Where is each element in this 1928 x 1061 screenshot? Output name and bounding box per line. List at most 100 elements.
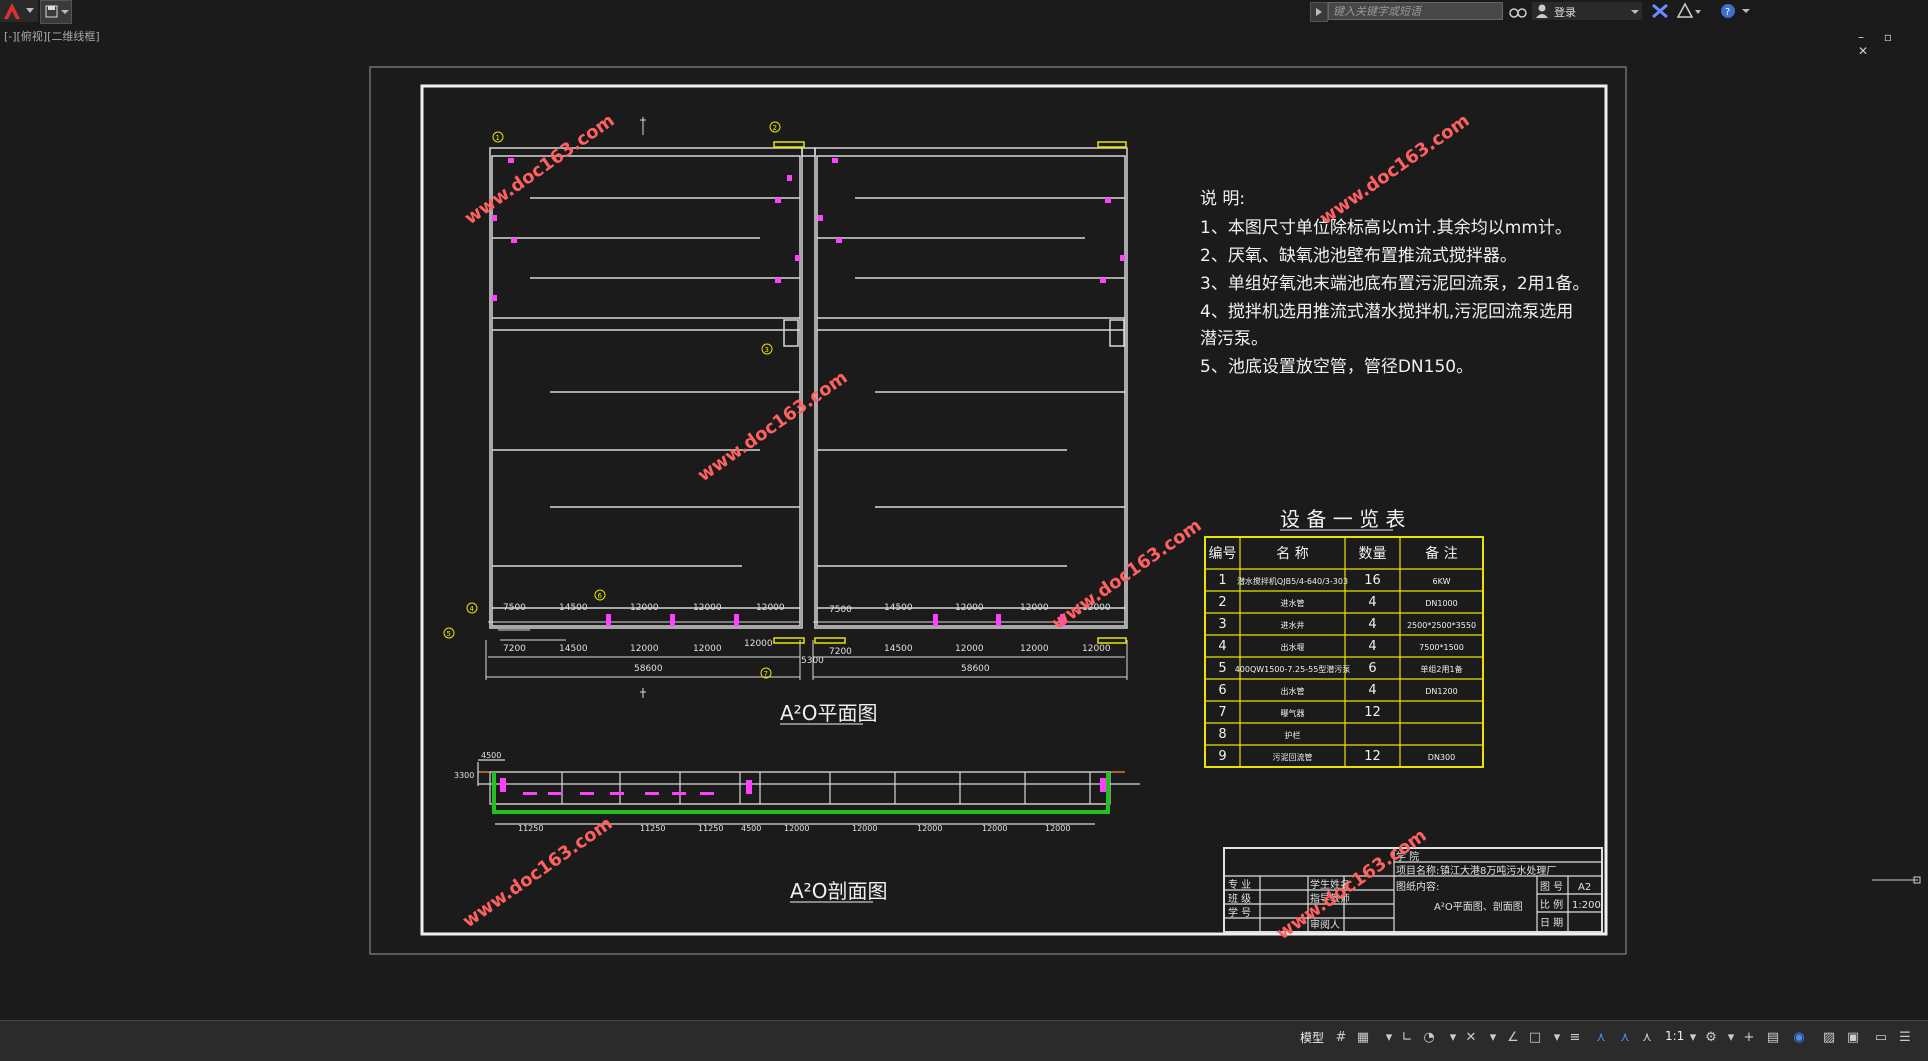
dim-text: 12000: [693, 644, 722, 654]
sheet-label: 图 号: [1540, 881, 1563, 893]
scale-readout[interactable]: 1:1: [1665, 1029, 1684, 1043]
lineweight-icon[interactable]: ≡: [1568, 1031, 1582, 1045]
dim-text: 12000: [744, 639, 773, 649]
section-dimensions: 11250 11250 11250 4500 12000 12000 12000…: [454, 751, 1070, 833]
gear-icon[interactable]: ⚙: [1704, 1031, 1718, 1045]
table-cell: 16: [1364, 573, 1381, 588]
chevron-down-icon[interactable]: ▾: [1382, 1031, 1396, 1045]
table-cell: 400QW1500-7.25-55型潜污泵: [1235, 664, 1351, 674]
notes-title: 说 明:: [1200, 189, 1245, 209]
hardware-icon[interactable]: ▨: [1822, 1031, 1836, 1045]
drawing-canvas[interactable]: 1 2 3 4 5 6 7 7500 14500 12000 12000 120…: [0, 0, 1928, 1020]
table-cell: 4: [1368, 639, 1376, 654]
table-cell: 3: [1218, 617, 1226, 632]
dim-text: 12000: [982, 824, 1007, 833]
chevron-down-icon[interactable]: ▾: [1486, 1031, 1500, 1045]
hamburger-icon[interactable]: ☰: [1898, 1031, 1912, 1045]
isolate-icon[interactable]: ◉: [1792, 1031, 1806, 1045]
table-cell: 污泥回流管: [1273, 752, 1313, 762]
dim-text: 12000: [756, 603, 785, 613]
dim-text: 7200: [829, 647, 852, 657]
dim-text: 14500: [884, 644, 913, 654]
note-line: 3、单组好氧池末端池底布置污泥回流泵，2用1备。: [1200, 274, 1589, 294]
dim-text: 14500: [559, 644, 588, 654]
plus-icon[interactable]: +: [1742, 1031, 1756, 1045]
table-cell: 5: [1218, 661, 1226, 676]
scale-value: 1:200: [1572, 900, 1601, 911]
note-line: 潜污泵。: [1200, 329, 1268, 349]
table-cell: 2500*2500*3550: [1407, 621, 1476, 630]
note-line: 1、本图尺寸单位除标高以m计.其余均以mm计。: [1200, 218, 1572, 238]
model-tab[interactable]: 模型: [1300, 1029, 1324, 1046]
marker-3-label: 3: [765, 346, 769, 354]
selection-icon[interactable]: □: [1528, 1031, 1542, 1045]
table-cell: 4: [1368, 683, 1376, 698]
watermark-text: www.doc163.com: [461, 110, 619, 229]
workspace-icon[interactable]: ▤: [1766, 1031, 1780, 1045]
chevron-down-icon[interactable]: ▾: [1724, 1031, 1738, 1045]
table-cell: 2: [1218, 595, 1226, 610]
dim-text: 12000: [784, 824, 809, 833]
dim-text: 7500: [829, 605, 852, 615]
dim-text: 14500: [559, 603, 588, 613]
table-cell: 12: [1364, 705, 1381, 720]
table-cell: 7: [1218, 705, 1226, 720]
class-label: 班 级: [1228, 893, 1251, 905]
marker-7-label: 7: [764, 670, 768, 678]
project-label: 项目名称:: [1396, 864, 1439, 877]
table-header: 备 注: [1425, 545, 1457, 562]
section-view: [477, 759, 1140, 825]
fullscreen-icon[interactable]: ▭: [1874, 1031, 1888, 1045]
plan-dimensions: 7500 14500 12000 12000 12000 7500 14500 …: [503, 603, 1111, 674]
chevron-down-icon[interactable]: ▾: [1686, 1031, 1700, 1045]
dim-text: 3300: [454, 771, 474, 780]
dim-text: 12000: [955, 644, 984, 654]
table-cell: 6: [1368, 661, 1376, 676]
polar-icon[interactable]: ◔: [1422, 1031, 1436, 1045]
note-line: 5、池底设置放空管，管径DN150。: [1200, 357, 1473, 377]
content-label: 图纸内容:: [1396, 880, 1439, 893]
design-notes: 说 明: 1、本图尺寸单位除标高以m计.其余均以mm计。 2、厌氧、缺氧池池壁布…: [1200, 189, 1589, 377]
properties-icon[interactable]: ▣: [1846, 1031, 1860, 1045]
paper-boundary: [369, 66, 1627, 955]
table-border: [1204, 536, 1484, 768]
sheet-value: A2: [1578, 882, 1591, 893]
table-cell: 单组2用1备: [1420, 664, 1462, 674]
marker-5-label: 5: [447, 630, 451, 638]
table-cell: 曝气器: [1281, 708, 1305, 718]
grid-icon[interactable]: #: [1334, 1031, 1348, 1045]
table-cell: 1: [1218, 573, 1226, 588]
annotation-scale-icon[interactable]: ⋏: [1640, 1031, 1654, 1045]
chevron-down-icon[interactable]: ▾: [1446, 1031, 1460, 1045]
dim-text: 12000: [1020, 603, 1049, 613]
status-bar: 模型 # ▦ ▾ ∟ ◔ ▾ ✕ ▾ ∠ □ ▾ ≡ ⋏ ⋏ ⋏ 1:1 ▾ ⚙…: [0, 1020, 1928, 1061]
chevron-down-icon[interactable]: ▾: [1550, 1031, 1564, 1045]
table-cell: 9: [1218, 749, 1226, 764]
marker-2-label: 2: [773, 124, 777, 132]
table-cell: 12: [1364, 749, 1381, 764]
plan-title: A²O平面图: [780, 701, 877, 725]
osnap-icon[interactable]: ✕: [1464, 1031, 1478, 1045]
dim-text: 12000: [955, 603, 984, 613]
table-cell: DN1200: [1425, 687, 1458, 696]
dim-text: 7200: [503, 644, 526, 654]
table-cell: 4: [1368, 617, 1376, 632]
annotation-icon[interactable]: ⋏: [1594, 1031, 1608, 1045]
ortho-icon[interactable]: ∟: [1400, 1031, 1414, 1045]
annotation-auto-icon[interactable]: ⋏: [1618, 1031, 1632, 1045]
table-cell: DN1000: [1425, 599, 1458, 608]
equipment-table-title: 设 备 一 览 表: [1280, 507, 1405, 531]
watermark-text: www.doc163.com: [694, 367, 852, 486]
table-cell: 4: [1368, 595, 1376, 610]
dim-text: 11250: [640, 824, 665, 833]
snap-icon[interactable]: ▦: [1356, 1031, 1370, 1045]
equipment-table: 编号 名 称 数量 备 注 1 潜水搅拌机QJB5/4-640/3-303 16 6KW 2 进水…: [1204, 536, 1484, 768]
table-cell: 6: [1218, 683, 1226, 698]
dim-text: 4500: [741, 824, 761, 833]
dim-text: 11250: [698, 824, 723, 833]
dim-text: 12000: [693, 603, 722, 613]
dim-text: 12000: [852, 824, 877, 833]
dim-text: 12000: [1020, 644, 1049, 654]
table-cell: 潜水搅拌机QJB5/4-640/3-303: [1237, 576, 1348, 586]
angle-icon[interactable]: ∠: [1506, 1031, 1520, 1045]
